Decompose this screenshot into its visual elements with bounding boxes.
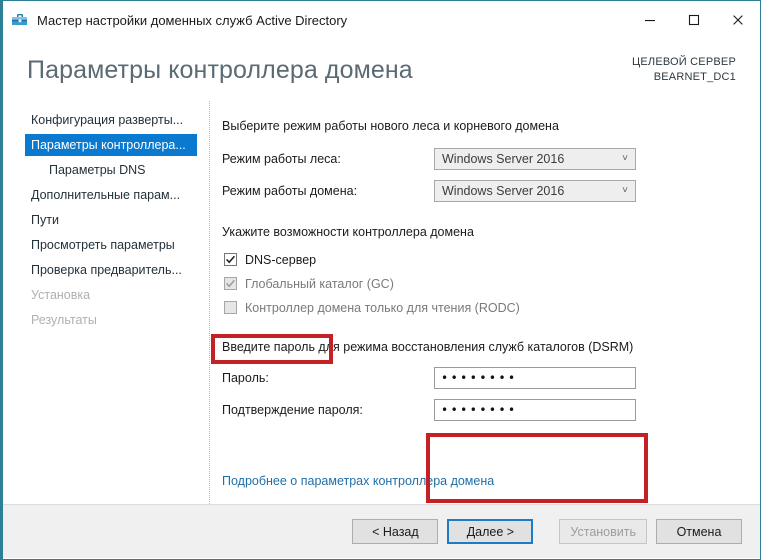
- window-title: Мастер настройки доменных служб Active D…: [37, 12, 348, 28]
- sidebar-item-installation: Установка: [31, 288, 91, 302]
- sidebar-item-results: Результаты: [31, 313, 97, 327]
- wizard-navigation: Конфигурация разверты... Параметры контр…: [3, 101, 210, 504]
- rodc-label: Контроллер домена только для чтения (ROD…: [245, 300, 520, 315]
- functional-level-heading: Выберите режим работы нового леса и корн…: [222, 119, 559, 133]
- forest-functional-level-label: Режим работы леса:: [222, 152, 341, 166]
- global-catalog-label: Глобальный каталог (GC): [245, 276, 394, 291]
- sidebar-item-deployment-configuration[interactable]: Конфигурация разверты...: [25, 109, 199, 131]
- rodc-checkbox-row: Контроллер домена только для чтения (ROD…: [222, 297, 742, 318]
- page-title: Параметры контроллера домена: [27, 55, 413, 84]
- minimize-button[interactable]: [628, 5, 672, 35]
- close-icon: [733, 15, 743, 25]
- cancel-button[interactable]: Отмена: [656, 519, 742, 544]
- ad-ds-configuration-wizard-window: Мастер настройки доменных служб Active D…: [0, 0, 761, 560]
- page-header: Параметры контроллера домена ЦЕЛЕВОЙ СЕР…: [3, 39, 760, 101]
- wizard-body: Конфигурация разверты... Параметры контр…: [3, 101, 760, 504]
- maximize-button[interactable]: [672, 5, 716, 35]
- sidebar-item-domain-controller-options[interactable]: Параметры контроллера...: [25, 134, 197, 156]
- server-manager-icon: [11, 11, 29, 29]
- target-server-info: ЦЕЛЕВОЙ СЕРВЕР BEARNET_DC1: [632, 55, 736, 85]
- checkbox-checked-icon[interactable]: [224, 253, 237, 266]
- forest-functional-level-row: Режим работы леса: Windows Server 2016 ˅: [222, 147, 742, 171]
- more-about-domain-controller-options-link[interactable]: Подробнее о параметрах контроллера домен…: [222, 474, 494, 488]
- wizard-footer: < Назад Далее > Установить Отмена: [3, 504, 760, 558]
- next-button[interactable]: Далее >: [447, 519, 534, 544]
- forest-functional-level-select[interactable]: Windows Server 2016 ˅: [434, 148, 636, 170]
- minimize-icon: [645, 20, 655, 22]
- maximize-icon: [688, 14, 700, 26]
- install-button: Установить: [559, 519, 647, 544]
- forest-functional-level-value: Windows Server 2016: [442, 152, 565, 166]
- dsrm-confirm-row: Подтверждение пароля: ••••••••: [222, 398, 742, 422]
- dsrm-password-label: Пароль:: [222, 371, 269, 385]
- dns-server-checkbox-row[interactable]: DNS-сервер: [222, 249, 742, 270]
- checkbox-unchecked-disabled-icon: [224, 301, 237, 314]
- dsrm-confirm-input[interactable]: ••••••••: [434, 399, 636, 421]
- dsrm-password-row: Пароль: ••••••••: [222, 366, 742, 390]
- dsrm-password-input[interactable]: ••••••••: [434, 367, 636, 389]
- sidebar-item-dns-options[interactable]: Параметры DNS: [25, 159, 199, 181]
- chevron-down-icon: ˅: [622, 185, 628, 196]
- capabilities-heading: Укажите возможности контроллера домена: [222, 225, 474, 239]
- sidebar-item-paths[interactable]: Пути: [25, 209, 199, 231]
- dns-server-label: DNS-сервер: [245, 252, 317, 267]
- close-button[interactable]: [716, 5, 760, 35]
- target-server-name: BEARNET_DC1: [653, 71, 736, 83]
- global-catalog-checkbox-row: Глобальный каталог (GC): [222, 273, 742, 294]
- title-bar: Мастер настройки доменных служб Active D…: [3, 1, 760, 39]
- domain-functional-level-row: Режим работы домена: Windows Server 2016…: [222, 179, 742, 203]
- sidebar-item-additional-options[interactable]: Дополнительные парам...: [25, 184, 199, 206]
- target-server-label: ЦЕЛЕВОЙ СЕРВЕР: [632, 56, 736, 68]
- domain-functional-level-select[interactable]: Windows Server 2016 ˅: [434, 180, 636, 202]
- wizard-content: Выберите режим работы нового леса и корн…: [210, 101, 760, 504]
- dsrm-confirm-label: Подтверждение пароля:: [222, 403, 363, 417]
- domain-functional-level-value: Windows Server 2016: [442, 184, 565, 198]
- chevron-down-icon: ˅: [622, 153, 628, 164]
- checkbox-checked-disabled-icon: [224, 277, 237, 290]
- domain-functional-level-label: Режим работы домена:: [222, 184, 358, 198]
- back-button[interactable]: < Назад: [352, 519, 439, 544]
- dsrm-heading: Введите пароль для режима восстановления…: [222, 340, 634, 354]
- sidebar-item-prerequisites-check[interactable]: Проверка предваритель...: [25, 259, 199, 281]
- sidebar-item-review-options[interactable]: Просмотреть параметры: [25, 234, 199, 256]
